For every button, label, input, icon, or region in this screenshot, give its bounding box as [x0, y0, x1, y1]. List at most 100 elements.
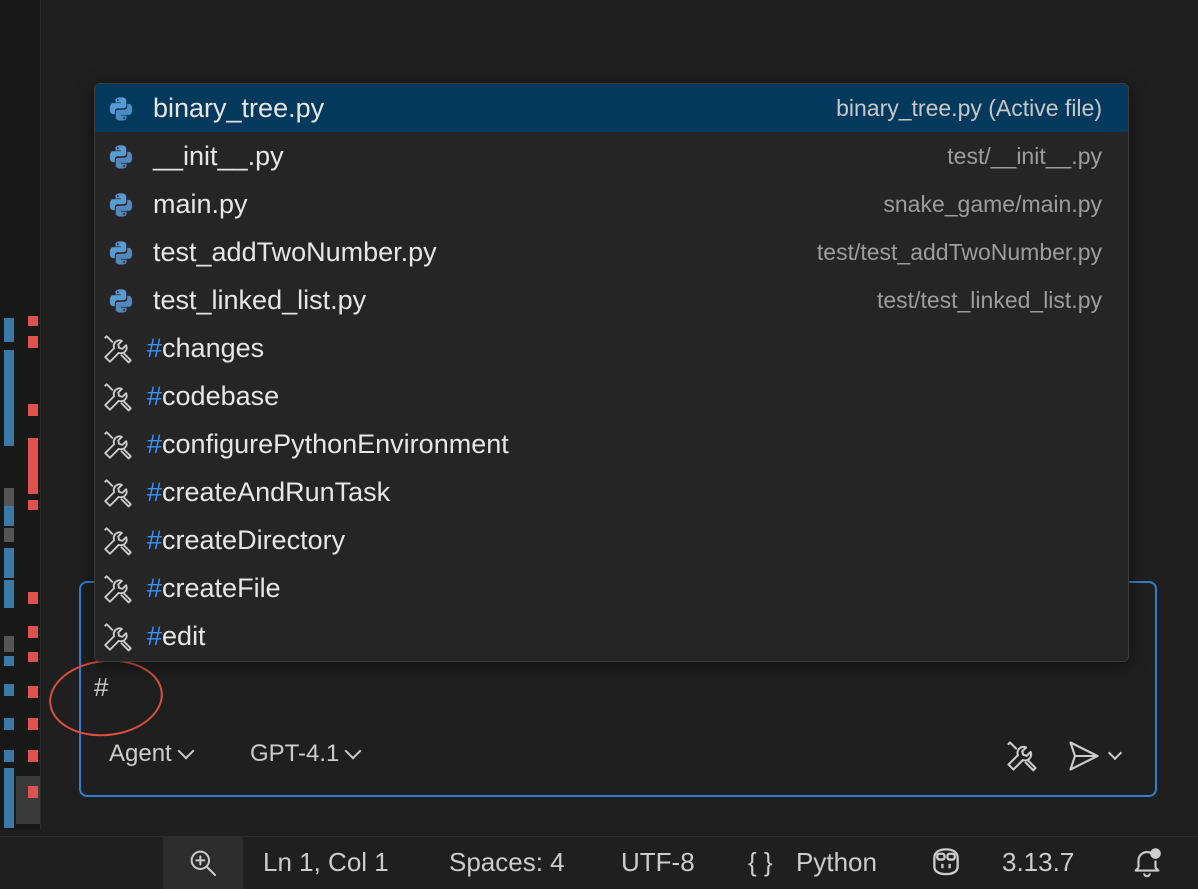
model-label: GPT-4.1: [250, 740, 340, 767]
minimap-marker: [4, 318, 14, 342]
minimap-marker: [4, 750, 14, 762]
minimap-marker: [4, 506, 14, 526]
suggestion-label: #edit: [147, 620, 206, 651]
bell-icon: [1134, 848, 1161, 878]
suggestion-label: test_addTwoNumber.py: [153, 236, 437, 267]
chevron-down-icon[interactable]: [1107, 745, 1123, 761]
suggestion-label: #changes: [147, 332, 265, 363]
minimap-marker: [28, 592, 38, 604]
python-icon: [107, 239, 135, 267]
status-bar: Ln 1, Col 1 Spaces: 4 UTF-8 { } Python 3…: [0, 836, 1198, 889]
editor-minimap-strip: [0, 0, 41, 830]
suggestion-file-item[interactable]: main.py snake_game/main.py: [95, 180, 1128, 228]
suggestion-label: #codebase: [147, 380, 280, 411]
minimap-marker: [28, 786, 38, 798]
minimap-marker: [4, 410, 14, 446]
minimap-marker: [4, 350, 14, 410]
agent-mode-label: Agent: [109, 740, 172, 767]
minimap-marker: [4, 718, 14, 730]
suggestion-label: test_linked_list.py: [153, 284, 367, 315]
suggestion-file-item[interactable]: binary_tree.py binary_tree.py (Active fil…: [95, 84, 1128, 132]
suggestion-label: #createAndRunTask: [147, 476, 391, 507]
suggestion-path: binary_tree.py (Active file): [836, 94, 1102, 121]
hash-prefix: #: [147, 428, 163, 459]
python-icon: [107, 143, 135, 171]
send-icon: [1069, 741, 1099, 771]
hash-prefix: #: [147, 524, 163, 555]
suggestion-label: binary_tree.py: [153, 92, 325, 123]
minimap-marker: [4, 656, 14, 666]
tools-icon: [101, 620, 135, 654]
suggestion-file-item[interactable]: __init__.py test/__init__.py: [95, 132, 1128, 180]
minimap-marker: [28, 336, 38, 348]
minimap-marker: [28, 686, 38, 698]
suggestion-file-item[interactable]: test_linked_list.py test/test_linked_list…: [95, 276, 1128, 324]
suggestion-label: #createDirectory: [147, 524, 346, 555]
suggestion-path: test/test_linked_list.py: [876, 286, 1102, 313]
minimap-marker: [28, 316, 38, 326]
language-mode[interactable]: Python: [796, 847, 877, 878]
minimap-marker: [4, 684, 14, 696]
tools-icon: [101, 476, 135, 510]
python-icon: [107, 191, 135, 219]
indentation-setting[interactable]: Spaces: 4: [449, 847, 565, 878]
notifications-button[interactable]: [1130, 845, 1164, 886]
tools-button[interactable]: [1004, 738, 1040, 779]
minimap-marker: [4, 580, 14, 608]
suggestion-label: #configurePythonEnvironment: [147, 428, 509, 459]
suggestion-tool-item[interactable]: #createDirectory: [95, 516, 1128, 564]
hash-prefix: #: [147, 332, 163, 363]
tools-icon: [1007, 741, 1037, 772]
minimap-marker: [4, 636, 14, 652]
python-version[interactable]: 3.13.7: [1002, 847, 1074, 878]
chevron-down-icon: [344, 742, 362, 760]
hash-prefix: #: [147, 476, 163, 507]
tools-icon: [101, 572, 135, 606]
python-icon: [107, 287, 135, 315]
file-encoding[interactable]: UTF-8: [621, 847, 695, 878]
minimap-marker: [4, 768, 14, 828]
tools-icon: [101, 524, 135, 558]
suggestion-tool-item[interactable]: #createFile: [95, 564, 1128, 612]
python-icon: [107, 95, 135, 123]
suggestion-label: main.py: [153, 188, 248, 219]
agent-mode-dropdown[interactable]: Agent: [109, 740, 195, 768]
suggestion-path: snake_game/main.py: [883, 190, 1102, 217]
minimap-marker: [28, 438, 38, 494]
suggestion-file-item[interactable]: test_addTwoNumber.py test/test_addTwoNumb…: [95, 228, 1128, 276]
copilot-icon: [933, 848, 959, 876]
minimap-marker: [28, 652, 38, 662]
hash-prefix: #: [147, 620, 163, 651]
suggestion-label: #createFile: [147, 572, 281, 603]
tools-icon: [101, 332, 135, 366]
zoom-button[interactable]: [163, 837, 243, 889]
suggestion-tool-item[interactable]: #createAndRunTask: [95, 468, 1128, 516]
zoom-in-icon: [190, 850, 216, 876]
context-suggestion-list[interactable]: binary_tree.py binary_tree.py (Active fil…: [94, 83, 1129, 662]
minimap-marker: [4, 488, 14, 506]
tools-icon: [101, 380, 135, 414]
copilot-button[interactable]: [928, 845, 964, 884]
suggestion-tool-item[interactable]: #changes: [95, 324, 1128, 372]
suggestion-tool-item[interactable]: #configurePythonEnvironment: [95, 420, 1128, 468]
minimap-marker: [28, 718, 38, 730]
minimap-marker: [16, 776, 40, 824]
suggestion-label: __init__.py: [153, 140, 284, 171]
send-button[interactable]: [1066, 738, 1123, 774]
minimap-marker: [28, 750, 38, 762]
tools-icon: [101, 428, 135, 462]
suggestion-tool-item[interactable]: #codebase: [95, 372, 1128, 420]
minimap-marker: [4, 548, 14, 578]
suggestion-tool-item[interactable]: #edit: [95, 612, 1128, 660]
suggestion-path: test/test_addTwoNumber.py: [816, 238, 1102, 265]
suggestion-path: test/__init__.py: [947, 142, 1102, 169]
minimap-marker: [4, 528, 14, 542]
chevron-down-icon: [177, 742, 195, 760]
hash-prefix: #: [147, 380, 163, 411]
language-braces-icon: { }: [748, 847, 773, 877]
hash-prefix: #: [147, 572, 163, 603]
minimap-marker: [28, 500, 38, 510]
minimap-marker: [28, 626, 38, 638]
model-picker-dropdown[interactable]: GPT-4.1: [250, 740, 362, 768]
cursor-position[interactable]: Ln 1, Col 1: [263, 847, 389, 878]
